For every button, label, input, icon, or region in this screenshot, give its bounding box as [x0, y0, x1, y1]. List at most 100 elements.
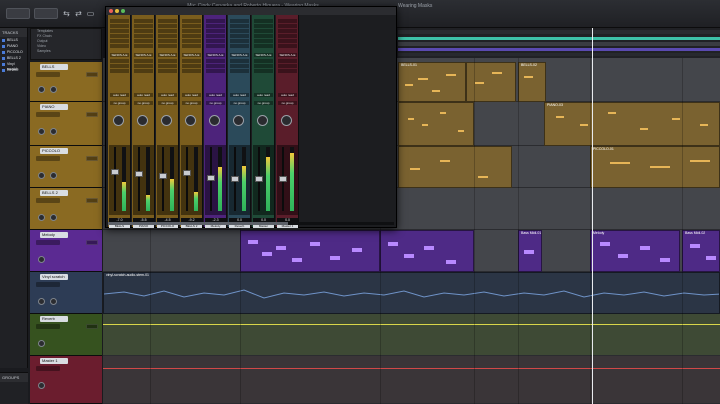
track-name[interactable]: Melody	[40, 232, 68, 238]
insert-slot[interactable]	[182, 19, 201, 23]
track-header-piano[interactable]: PIANO	[30, 102, 102, 146]
lane-reverb[interactable]	[103, 314, 720, 356]
insert-slot[interactable]	[110, 44, 129, 48]
track-controls[interactable]	[36, 156, 60, 161]
midi-note[interactable]	[404, 254, 414, 258]
midi-note[interactable]	[524, 250, 534, 254]
midi-note[interactable]	[432, 90, 440, 92]
midi-note[interactable]	[492, 72, 502, 74]
automation-mode[interactable]: auto read	[230, 93, 249, 97]
fader-track[interactable]	[186, 147, 188, 211]
insert-slot[interactable]	[158, 19, 177, 23]
insert-slot[interactable]	[278, 24, 297, 28]
automation-mode[interactable]: auto read	[182, 93, 201, 97]
pan-knob[interactable]	[113, 115, 124, 126]
insert-slot[interactable]	[206, 34, 225, 38]
midi-clip[interactable]: Melody	[590, 230, 680, 272]
track-controls[interactable]	[36, 72, 60, 77]
insert-slot[interactable]	[134, 29, 153, 33]
pan-knob[interactable]	[185, 115, 196, 126]
insert-slot[interactable]	[230, 34, 249, 38]
channel-strip[interactable]: SENDS A-E auto read no group -4.5 PICCOLO	[156, 15, 179, 228]
volume-fader[interactable]	[183, 170, 191, 177]
insert-slot[interactable]	[254, 34, 273, 38]
insert-slot[interactable]	[278, 44, 297, 48]
mode-button[interactable]	[6, 8, 30, 19]
insert-slot[interactable]	[110, 39, 129, 43]
track-controls[interactable]	[36, 282, 60, 287]
insert-slot[interactable]	[158, 44, 177, 48]
meter-strip[interactable]	[398, 48, 720, 51]
insert-slot[interactable]	[206, 39, 225, 43]
insert-slot[interactable]	[206, 29, 225, 33]
track-header-vinyl[interactable]: Vinyl scratch	[30, 272, 102, 314]
timeline-ruler[interactable]	[398, 28, 720, 58]
track-controls[interactable]	[36, 198, 60, 203]
tracks-list-item[interactable]: Reverb	[2, 68, 25, 73]
automation-mode[interactable]: auto read	[278, 93, 297, 97]
midi-note[interactable]	[405, 84, 413, 86]
volume-fader[interactable]	[255, 176, 263, 182]
insert-slot[interactable]	[134, 24, 153, 28]
trim-icon[interactable]: ⇄	[74, 9, 83, 18]
mix-scrollbar-thumb[interactable]	[108, 222, 288, 225]
volume-knob[interactable]	[38, 382, 45, 389]
midi-note[interactable]	[556, 116, 564, 118]
send-slot[interactable]	[278, 59, 297, 63]
midi-note[interactable]	[690, 244, 700, 248]
solo-button[interactable]	[86, 198, 98, 203]
automation-mode[interactable]: auto read	[158, 93, 177, 97]
midi-note[interactable]	[600, 242, 610, 246]
volume-knob[interactable]	[50, 128, 57, 135]
volume-fader[interactable]	[279, 176, 287, 182]
midi-note[interactable]	[608, 112, 616, 114]
channel-strip[interactable]: SENDS A-E auto read no group -5.5 PIANO	[132, 15, 155, 228]
send-slot[interactable]	[110, 59, 129, 63]
insert-slot[interactable]	[278, 19, 297, 23]
insert-slot[interactable]	[230, 24, 249, 28]
close-window-icon[interactable]	[109, 9, 113, 13]
send-slot[interactable]	[182, 64, 201, 68]
send-slot[interactable]	[134, 64, 153, 68]
tracks-list-item[interactable]: Vinyl scratch	[2, 62, 25, 71]
insert-slot[interactable]	[230, 44, 249, 48]
midi-note[interactable]	[475, 82, 484, 84]
automation-mode[interactable]: auto read	[134, 93, 153, 97]
pan-knob[interactable]	[38, 86, 45, 93]
midi-clip[interactable]: Bass Midi-02	[682, 230, 720, 272]
selector-icon[interactable]: ▭	[86, 9, 95, 18]
insert-slot[interactable]	[254, 39, 273, 43]
midi-note[interactable]	[672, 118, 680, 120]
edit-mode-button[interactable]	[34, 8, 58, 19]
fader-track[interactable]	[114, 147, 116, 211]
insert-slot[interactable]	[110, 34, 129, 38]
automation-mode[interactable]: auto read	[254, 93, 273, 97]
tempo-strip[interactable]	[398, 42, 720, 46]
track-name[interactable]: PICCOLO	[40, 148, 68, 154]
send-slot[interactable]	[158, 69, 177, 73]
insert-slot[interactable]	[254, 24, 273, 28]
channel-strip[interactable]: SENDS A-E auto read no group 0.0 Master	[252, 15, 275, 228]
send-slot[interactable]	[230, 69, 249, 73]
midi-note[interactable]	[440, 160, 450, 162]
insert-slot[interactable]	[230, 19, 249, 23]
pan-knob[interactable]	[38, 172, 45, 179]
volume-fader[interactable]	[135, 171, 143, 178]
key-strip[interactable]	[398, 53, 720, 56]
volume-fader[interactable]	[159, 173, 167, 180]
volume-fader[interactable]	[207, 174, 215, 181]
tracks-list-item[interactable]: PICCOLO	[2, 50, 25, 55]
track-header-reverb[interactable]: Reverb	[30, 314, 102, 356]
track-header-piccolo[interactable]: PICCOLO	[30, 146, 102, 188]
track-header-bells[interactable]: BELLS	[30, 62, 102, 102]
insert-slot[interactable]	[182, 34, 201, 38]
send-slot[interactable]	[230, 64, 249, 68]
send-slot[interactable]	[110, 69, 129, 73]
automation-mode[interactable]: auto read	[110, 93, 129, 97]
send-slot[interactable]	[206, 64, 225, 68]
track-controls[interactable]	[36, 324, 60, 329]
pan-knob[interactable]	[38, 340, 45, 347]
channel-strip[interactable]: SENDS A-E auto read no group -2.3 Melody	[204, 15, 227, 228]
pan-knob[interactable]	[38, 214, 45, 221]
midi-note[interactable]	[262, 252, 272, 256]
